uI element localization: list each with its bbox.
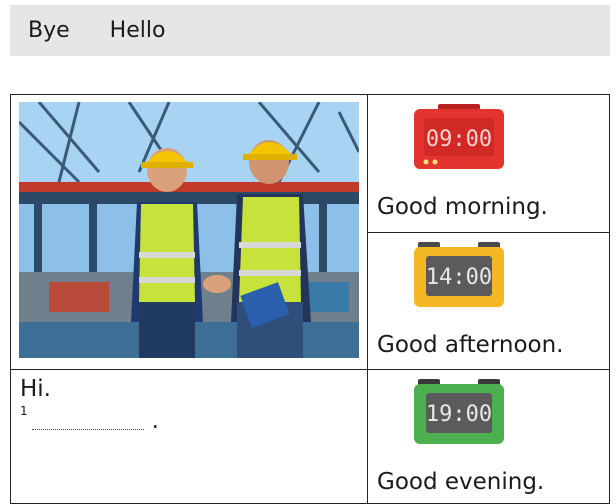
alarm-clock-icon: 14:00 [414, 241, 504, 307]
alarm-clock-icon: 09:00 [414, 104, 504, 169]
sentence-period: . [151, 408, 159, 434]
clock-cell-morning: 09:00 Good morning. [367, 94, 610, 233]
answer-blank[interactable] [31, 417, 144, 430]
answer-row: 1 . [20, 404, 159, 434]
clock-time: 09:00 [426, 127, 492, 152]
word-bank: Bye Hello [10, 5, 610, 56]
clock-cell-afternoon: 14:00 Good afternoon. [367, 231, 610, 370]
greeting-caption: Good afternoon. [377, 331, 564, 358]
exercise-table: 09:00 Good morning. 14:00 Good afternoon… [10, 94, 610, 504]
dialog-line: Hi. [20, 376, 51, 402]
alarm-clock-icon: 19:00 [414, 379, 504, 444]
clock-cell-evening: 19:00 Good evening. [367, 369, 610, 504]
photo-cell [10, 94, 368, 370]
word-bank-item-bye: Bye [28, 18, 70, 43]
clock-time: 14:00 [426, 265, 492, 290]
greeting-caption: Good morning. [377, 194, 548, 220]
greeting-caption: Good evening. [377, 469, 545, 495]
clock-time: 19:00 [426, 402, 492, 427]
dialog-cell: Hi. 1 . [10, 369, 368, 504]
blank-number: 1 [20, 404, 28, 418]
workers-handshake-photo [17, 101, 361, 358]
word-bank-item-hello: Hello [109, 18, 166, 43]
